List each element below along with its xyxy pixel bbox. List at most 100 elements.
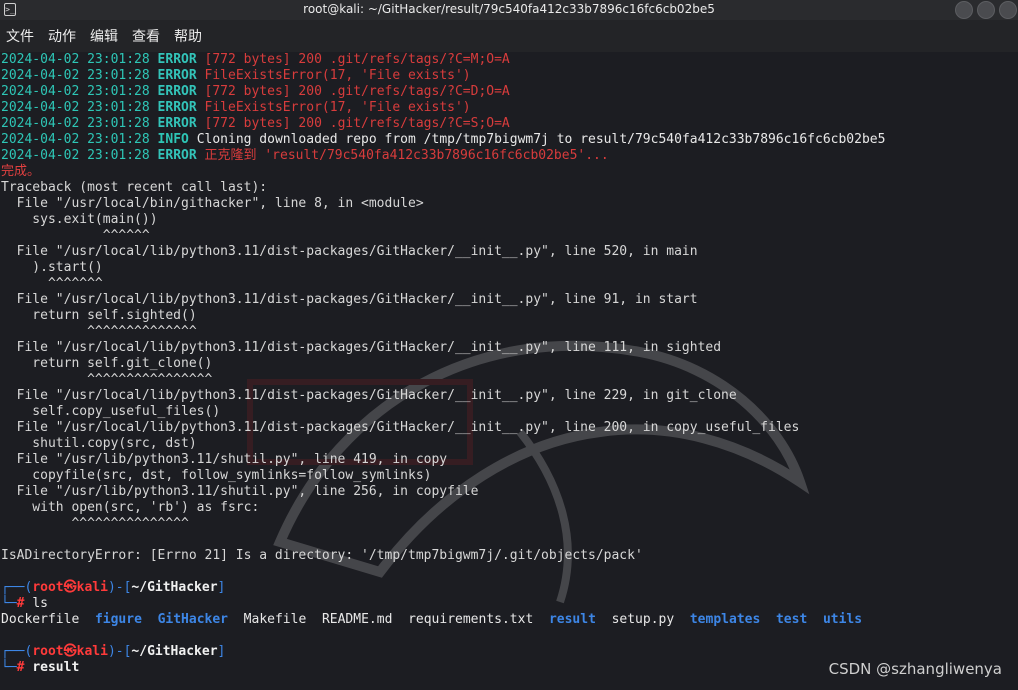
prompt-line: ┌──(root㉿kali)-[~/GitHacker] xyxy=(1,644,885,660)
file-entry: Makefile xyxy=(243,612,307,627)
prompt-path: ~/GitHacker xyxy=(131,644,218,659)
log-timestamp: 2024-04-02 23:01:28 xyxy=(1,68,150,83)
log-line: 2024-04-02 23:01:28 INFO Cloning downloa… xyxy=(1,132,885,148)
log-level: ERROR xyxy=(157,148,197,163)
directory-entry: GitHacker xyxy=(157,612,229,627)
menu-help[interactable]: 帮助 xyxy=(174,26,202,46)
menu-view[interactable]: 查看 xyxy=(132,26,160,46)
log-timestamp: 2024-04-02 23:01:28 xyxy=(1,116,150,131)
directory-entry: result xyxy=(548,612,596,627)
traceback-line: Traceback (most recent call last): xyxy=(1,180,268,195)
done-text: 完成。 xyxy=(1,164,41,179)
log-level: INFO xyxy=(157,132,189,147)
traceback-line xyxy=(1,532,885,548)
terminal-output[interactable]: 2024-04-02 23:01:28 ERROR [772 bytes] 20… xyxy=(0,52,1018,690)
log-line: 2024-04-02 23:01:28 ERROR [772 bytes] 20… xyxy=(1,84,885,100)
traceback-line: ^^^^^^^^^^^^^^ xyxy=(1,324,197,339)
traceback-line: ).start() xyxy=(1,260,103,275)
traceback-line: return self.git_clone() xyxy=(1,356,213,371)
command-line: └─# result xyxy=(1,660,885,676)
traceback-line xyxy=(1,564,885,580)
prompt-decoration: └─ xyxy=(1,660,17,675)
log-level: ERROR xyxy=(157,100,197,115)
maximize-button[interactable] xyxy=(977,1,995,19)
prompt-hash: # xyxy=(16,660,25,675)
traceback-line: File "/usr/lib/python3.11/shutil.py", li… xyxy=(1,484,479,499)
log-timestamp: 2024-04-02 23:01:28 xyxy=(1,132,150,147)
prompt-decoration: ] xyxy=(217,580,226,595)
file-entry: requirements.txt xyxy=(408,612,534,627)
menu-file[interactable]: 文件 xyxy=(6,26,34,46)
prompt-user-host: root㉿kali xyxy=(32,644,108,659)
file-entry: setup.py xyxy=(611,612,675,627)
traceback-line: shutil.copy(src, dst) xyxy=(1,436,197,451)
log-timestamp: 2024-04-02 23:01:28 xyxy=(1,148,150,163)
traceback-line: ^^^^^^^^^^^^^^^ xyxy=(1,516,189,531)
traceback-line: File "/usr/local/lib/python3.11/dist-pac… xyxy=(1,340,722,355)
traceback-line: File "/usr/local/bin/githacker", line 8,… xyxy=(1,196,424,211)
file-entry: Dockerfile xyxy=(1,612,80,627)
prompt-decoration: )-[ xyxy=(107,580,132,595)
prompt-decoration: └─ xyxy=(1,596,17,611)
traceback-line: ^^^^^^ xyxy=(1,228,150,243)
traceback-line: sys.exit(main()) xyxy=(1,212,158,227)
traceback-line: return self.sighted() xyxy=(1,308,197,323)
traceback-line: copyfile(src, dst, follow_symlinks=follo… xyxy=(1,468,432,483)
log-line: 2024-04-02 23:01:28 ERROR FileExistsErro… xyxy=(1,68,885,84)
log-timestamp: 2024-04-02 23:01:28 xyxy=(1,100,150,115)
log-level: ERROR xyxy=(157,52,197,67)
prompt-decoration: )-[ xyxy=(107,644,132,659)
log-timestamp: 2024-04-02 23:01:28 xyxy=(1,84,150,99)
log-message: 正克隆到 'result/79c540fa412c33b7896c16fc6cb… xyxy=(204,148,609,163)
traceback-line: File "/usr/local/lib/python3.11/dist-pac… xyxy=(1,388,737,403)
csdn-watermark: CSDN @szhangliwenya xyxy=(828,660,1002,678)
directory-entry: templates xyxy=(689,612,761,627)
directory-entry: test xyxy=(775,612,808,627)
done-line: 完成。 xyxy=(1,164,885,180)
log-line: 2024-04-02 23:01:28 ERROR 正克隆到 'result/7… xyxy=(1,148,885,164)
log-level: ERROR xyxy=(157,84,197,99)
command-line: └─# ls xyxy=(1,596,885,612)
ls-output-line: Dockerfile figure GitHacker Makefile REA… xyxy=(1,612,885,628)
prompt-hash: # xyxy=(16,596,25,611)
traceback-line: with open(src, 'rb') as fsrc: xyxy=(1,500,260,515)
traceback-line: File "/usr/lib/python3.11/shutil.py", li… xyxy=(1,452,448,467)
prompt-decoration: ] xyxy=(217,644,226,659)
log-message: FileExistsError(17, 'File exists') xyxy=(204,68,471,83)
directory-entry: figure xyxy=(94,612,142,627)
prompt-path: ~/GitHacker xyxy=(131,580,218,595)
log-message: Cloning downloaded repo from /tmp/tmp7bi… xyxy=(196,132,886,147)
menu-edit[interactable]: 编辑 xyxy=(90,26,118,46)
traceback-line: File "/usr/local/lib/python3.11/dist-pac… xyxy=(1,292,698,307)
log-line: 2024-04-02 23:01:28 ERROR [772 bytes] 20… xyxy=(1,52,885,68)
traceback-line: File "/usr/local/lib/python3.11/dist-pac… xyxy=(1,420,800,435)
log-message: FileExistsError(17, 'File exists') xyxy=(204,100,471,115)
log-line: 2024-04-02 23:01:28 ERROR FileExistsErro… xyxy=(1,100,885,116)
traceback-line: ^^^^^^^ xyxy=(1,276,103,291)
prompt-decoration: ┌──( xyxy=(1,644,33,659)
log-timestamp: 2024-04-02 23:01:28 xyxy=(1,52,150,67)
prompt-decoration: ┌──( xyxy=(1,580,33,595)
traceback-line: File "/usr/local/lib/python3.11/dist-pac… xyxy=(1,244,698,259)
traceback-line: IsADirectoryError: [Errno 21] Is a direc… xyxy=(1,548,643,563)
traceback-line: self.copy_useful_files() xyxy=(1,404,221,419)
title-bar: >_ root@kali: ~/GitHacker/result/79c540f… xyxy=(0,0,1018,20)
command-text: result xyxy=(32,660,80,675)
log-message: [772 bytes] 200 .git/refs/tags/?C=D;O=A xyxy=(204,84,510,99)
menu-action[interactable]: 动作 xyxy=(48,26,76,46)
menu-bar: 文件 动作 编辑 查看 帮助 xyxy=(0,20,1018,52)
log-message: [772 bytes] 200 .git/refs/tags/?C=M;O=A xyxy=(204,52,510,67)
log-level: ERROR xyxy=(157,116,197,131)
log-line: 2024-04-02 23:01:28 ERROR [772 bytes] 20… xyxy=(1,116,885,132)
log-level: ERROR xyxy=(157,68,197,83)
close-button[interactable] xyxy=(999,1,1017,19)
command-text: ls xyxy=(32,596,48,611)
minimize-button[interactable] xyxy=(955,1,973,19)
terminal-lines: 2024-04-02 23:01:28 ERROR [772 bytes] 20… xyxy=(1,52,885,676)
window-title: root@kali: ~/GitHacker/result/79c540fa41… xyxy=(303,2,715,16)
directory-entry: utils xyxy=(822,612,863,627)
log-message: [772 bytes] 200 .git/refs/tags/?C=S;O=A xyxy=(204,116,510,131)
prompt-user-host: root㉿kali xyxy=(32,580,108,595)
file-entry: README.md xyxy=(321,612,393,627)
